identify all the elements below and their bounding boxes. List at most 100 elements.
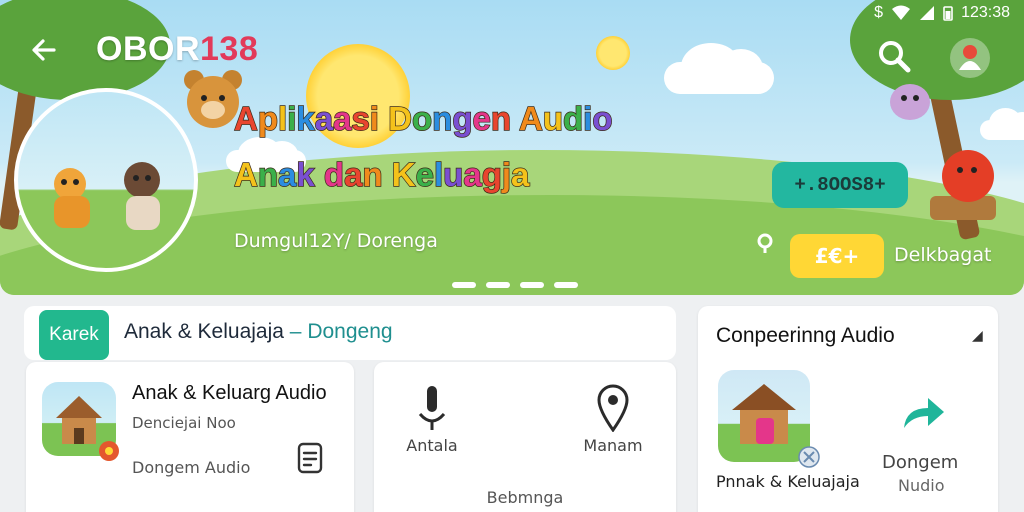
- status-bar: $ 123:38: [874, 4, 1010, 22]
- tool-label-antala: Antala: [406, 436, 458, 455]
- document-icon[interactable]: [296, 442, 324, 474]
- title-letter: g: [452, 99, 474, 137]
- cabin-illustration-icon: [732, 384, 796, 444]
- drum-character-icon: [930, 150, 996, 220]
- brand-logo: OBOR138: [96, 30, 258, 69]
- title-letter: k: [296, 155, 316, 193]
- title-letter: a: [314, 99, 334, 137]
- title-letter: j: [501, 155, 512, 193]
- app-card-tag: Dongem Audio: [132, 458, 251, 477]
- character-illustration-circle: [14, 88, 198, 272]
- brand-logo-part1: OBOR: [96, 30, 200, 68]
- hero-subtitle: Dumgul12Y/ Dorenga: [234, 230, 438, 252]
- title-letter: e: [472, 99, 492, 137]
- audio-card: Conpeerinng Audio ◢ Pnnak & Keluajaja Do…: [698, 306, 998, 512]
- title-letter: u: [542, 99, 564, 137]
- title-letter: A: [233, 155, 258, 193]
- title-letter: k: [296, 99, 316, 137]
- title-letter: e: [415, 155, 435, 193]
- tool-item-antala[interactable]: Antala: [394, 384, 470, 455]
- app-card-title: Anak & Keluarg Audio: [132, 382, 327, 404]
- audio-card-title: Conpeerinng Audio: [716, 324, 895, 347]
- title-letter: i: [582, 99, 593, 137]
- audio-app-thumbnail[interactable]: [718, 370, 810, 462]
- category-title: Anak & Keluajaja – Dongeng: [124, 320, 393, 344]
- category-dash: –: [289, 320, 302, 343]
- title-letter: i: [286, 99, 297, 137]
- listener-count-badge: +.8OOS8+: [772, 162, 908, 208]
- small-sun-illustration: [596, 36, 630, 70]
- title-letter: a: [343, 155, 363, 193]
- location-pin-icon: [757, 233, 773, 253]
- title-letter: d: [323, 155, 345, 193]
- wifi-icon: [892, 5, 911, 20]
- title-letter: l: [277, 99, 288, 137]
- category-link[interactable]: Dongeng: [307, 320, 392, 343]
- profile-button[interactable]: [950, 38, 990, 78]
- hero-cta-label[interactable]: Delkbagat: [894, 244, 991, 266]
- tool-item-manam[interactable]: Manam: [570, 384, 656, 455]
- back-button[interactable]: [24, 34, 64, 74]
- title-letter: s: [351, 99, 371, 137]
- category-bar: Karek Anak & Keluajaja – Dongeng: [24, 306, 676, 360]
- title-letter: A: [233, 99, 258, 137]
- user-pin-icon: [959, 45, 981, 70]
- title-letter: o: [411, 99, 433, 137]
- title-letter: K: [391, 155, 416, 193]
- title-letter: [379, 100, 388, 137]
- carousel-indicator[interactable]: [452, 282, 578, 288]
- title-letter: [383, 156, 392, 193]
- badge-icon: [99, 441, 119, 461]
- title-letter: a: [463, 155, 483, 193]
- tool-label-manam: Manam: [583, 436, 643, 455]
- title-letter: p: [257, 99, 279, 137]
- hero-title-line2: Anak dan Keluagja: [233, 155, 530, 194]
- battery-icon: [943, 6, 953, 21]
- app-card[interactable]: Anak & Keluarg Audio Denciejai Noo Donge…: [26, 362, 354, 512]
- title-letter: [511, 100, 519, 137]
- tools-card: Antala Manam Bebmnga: [374, 362, 676, 512]
- title-letter: A: [518, 99, 543, 137]
- status-time: 123:38: [961, 4, 1010, 21]
- animal-characters-illustration: [54, 162, 160, 230]
- cloud: [980, 108, 1024, 140]
- category-chip[interactable]: Karek: [39, 310, 109, 360]
- title-letter: n: [362, 155, 384, 193]
- category-text: Anak & Keluajaja: [124, 320, 284, 343]
- title-letter: a: [277, 155, 297, 193]
- brand-logo-part2: 138: [200, 30, 259, 68]
- carousel-dot[interactable]: [520, 282, 544, 288]
- carousel-dot[interactable]: [452, 282, 476, 288]
- microphone-icon: [418, 386, 446, 430]
- tools-card-footer[interactable]: Bebmnga: [374, 488, 676, 507]
- share-arrow-icon: [904, 398, 944, 428]
- title-letter: [315, 156, 324, 193]
- title-letter: n: [431, 99, 453, 137]
- title-letter: n: [490, 99, 512, 137]
- title-letter: D: [387, 99, 412, 137]
- creature-mascot-icon: [890, 84, 930, 120]
- search-icon: [879, 41, 911, 73]
- hero-banner[interactable]: $ 123:38 OBOR138 Aplikaasi Dongen Audio …: [0, 0, 1024, 295]
- share-label-line2[interactable]: Nudio: [898, 476, 945, 495]
- data-icon: $: [874, 4, 884, 21]
- title-letter: u: [442, 155, 464, 193]
- search-button[interactable]: [876, 38, 912, 74]
- hero-title-line1: Aplikaasi Dongen Audio: [233, 99, 614, 138]
- title-letter: l: [433, 155, 444, 193]
- title-letter: o: [592, 99, 614, 137]
- carousel-dot[interactable]: [554, 282, 578, 288]
- share-label-line1[interactable]: Dongem: [882, 452, 958, 473]
- audio-app-label: Pnnak & Keluajaja: [716, 472, 860, 491]
- title-letter: n: [257, 155, 279, 193]
- title-letter: d: [562, 99, 584, 137]
- arrow-left-icon: [32, 39, 56, 61]
- settings-badge-icon: [798, 446, 820, 468]
- title-letter: a: [332, 99, 352, 137]
- carousel-dot[interactable]: [486, 282, 510, 288]
- hero-cta-button[interactable]: £€+: [790, 234, 884, 278]
- title-letter: g: [481, 155, 503, 193]
- map-pin-icon: [597, 384, 629, 433]
- app-card-subtitle: Denciejai Noo: [132, 414, 236, 432]
- chevron-icon[interactable]: ◢: [972, 328, 983, 344]
